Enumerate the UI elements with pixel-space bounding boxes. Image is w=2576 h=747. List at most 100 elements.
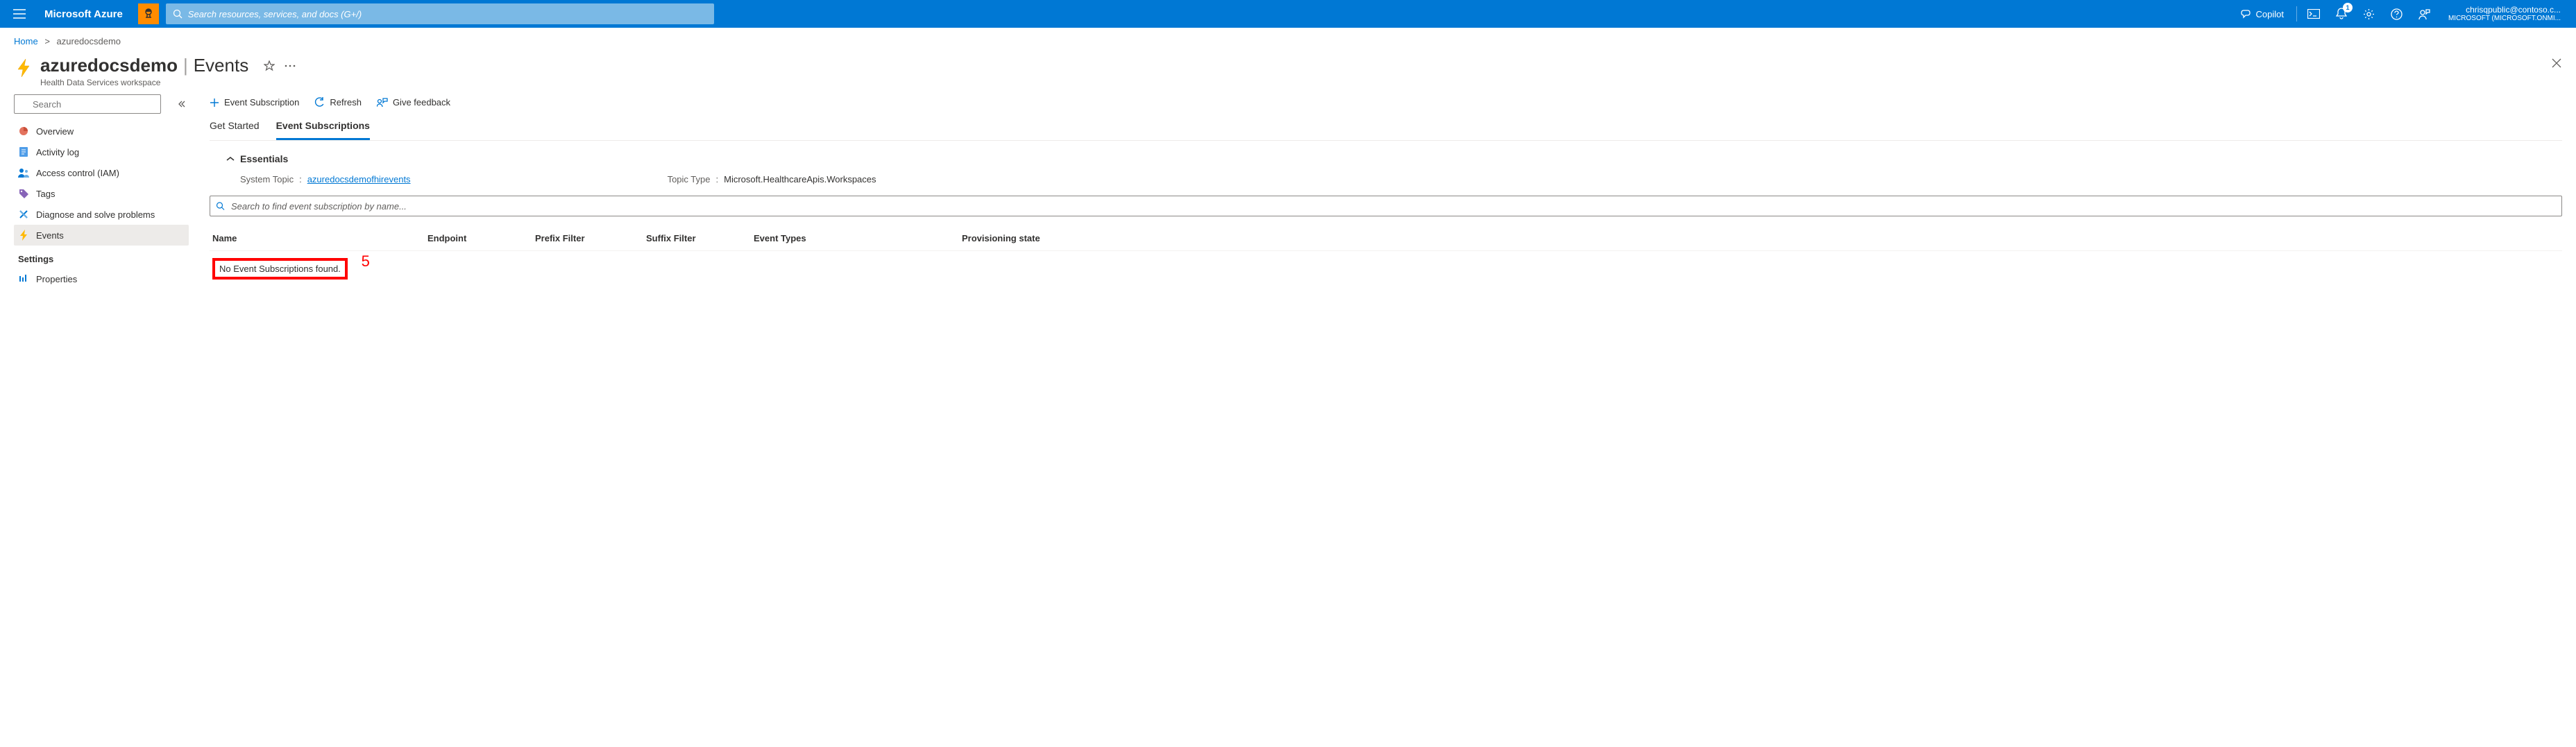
tab-event-subscriptions[interactable]: Event Subscriptions <box>276 116 370 140</box>
sidebar-item-label: Access control (IAM) <box>36 168 119 178</box>
content: Event Subscription Refresh Give feedback… <box>189 94 2562 289</box>
essentials-toggle[interactable]: Essentials <box>226 153 2562 164</box>
tool-label: Refresh <box>330 97 362 108</box>
sidebar-item-label: Events <box>36 230 64 241</box>
help-button[interactable] <box>2383 0 2411 28</box>
sidebar-item-access-control[interactable]: Access control (IAM) <box>14 162 189 183</box>
topbar-right: Copilot 1 chrisqpublic@contoso.c... MICR… <box>2231 0 2571 28</box>
give-feedback-button[interactable]: Give feedback <box>377 97 450 108</box>
sidebar-item-label: Activity log <box>36 147 79 157</box>
topic-type-value: Microsoft.HealthcareApis.Workspaces <box>724 174 876 184</box>
col-prov[interactable]: Provisioning state <box>962 233 2559 243</box>
person-feedback-icon <box>2418 8 2430 20</box>
notifications-button[interactable]: 1 <box>2328 0 2355 28</box>
empty-message: No Event Subscriptions found. <box>212 258 348 280</box>
sidebar-item-tags[interactable]: Tags <box>14 183 189 204</box>
copilot-label: Copilot <box>2256 9 2284 19</box>
close-icon <box>2551 58 2562 69</box>
access-control-icon <box>18 167 29 178</box>
cloud-shell-icon <box>2307 9 2320 19</box>
diagnose-icon <box>18 209 29 220</box>
grid-header: Name Endpoint Prefix Filter Suffix Filte… <box>210 226 2562 251</box>
sidebar-item-overview[interactable]: Overview <box>14 121 189 141</box>
sidebar-item-label: Properties <box>36 274 77 284</box>
tabs: Get Started Event Subscriptions <box>210 116 2562 141</box>
sidebar-item-activity-log[interactable]: Activity log <box>14 141 189 162</box>
sidebar-search-input[interactable] <box>14 94 161 114</box>
filter-wrap <box>210 196 2562 216</box>
col-endpoint[interactable]: Endpoint <box>427 233 535 243</box>
preview-badge-icon[interactable] <box>138 3 159 24</box>
notification-badge: 1 <box>2343 3 2353 12</box>
sidebar-item-events[interactable]: Events <box>14 225 189 246</box>
refresh-button[interactable]: Refresh <box>314 97 362 108</box>
sidebar-item-properties[interactable]: Properties <box>14 268 189 289</box>
star-icon <box>264 60 275 71</box>
account-tenant: MICROSOFT (MICROSOFT.ONMI... <box>2448 15 2561 23</box>
essentials-label: Essentials <box>240 153 288 164</box>
sidebar-item-label: Diagnose and solve problems <box>36 209 155 220</box>
settings-button[interactable] <box>2355 0 2383 28</box>
favorite-button[interactable] <box>264 60 275 71</box>
subscription-filter-input[interactable] <box>210 196 2562 216</box>
breadcrumb: Home > azuredocsdemo <box>0 28 2576 52</box>
divider <box>2296 6 2297 22</box>
copilot-icon <box>2241 8 2252 19</box>
events-icon <box>18 230 29 241</box>
chevron-up-icon <box>226 156 235 162</box>
tool-label: Give feedback <box>393 97 450 108</box>
account-email: chrisqpublic@contoso.c... <box>2448 5 2561 15</box>
global-search-input[interactable] <box>166 3 714 24</box>
cloud-shell-button[interactable] <box>2300 0 2328 28</box>
page-title-section: Events <box>194 55 249 76</box>
empty-state: No Event Subscriptions found. 5 <box>210 251 350 286</box>
tab-get-started[interactable]: Get Started <box>210 116 260 140</box>
system-topic-link[interactable]: azuredocsdemofhirevents <box>307 174 411 184</box>
essentials-properties: System Topic : azuredocsdemofhirevents T… <box>240 174 2562 184</box>
collapse-sidebar-button[interactable] <box>175 97 189 111</box>
search-icon <box>173 9 183 19</box>
close-button[interactable] <box>2551 58 2562 69</box>
feedback-button[interactable] <box>2411 0 2439 28</box>
menu-icon[interactable] <box>6 0 33 28</box>
col-prefix[interactable]: Prefix Filter <box>535 233 646 243</box>
feedback-icon <box>377 98 388 108</box>
brand-label[interactable]: Microsoft Azure <box>33 8 134 20</box>
global-search-wrap <box>166 3 714 24</box>
top-bar: Microsoft Azure Copilot 1 <box>0 0 2576 28</box>
callout-number: 5 <box>362 252 370 271</box>
page-subtitle: Health Data Services workspace <box>40 78 296 87</box>
properties-icon <box>18 273 29 284</box>
search-icon <box>216 202 225 211</box>
page-title-resource: azuredocsdemo <box>40 55 178 76</box>
col-name[interactable]: Name <box>212 233 427 243</box>
activity-log-icon <box>18 146 29 157</box>
sidebar-section-settings: Settings <box>14 246 189 268</box>
sidebar: Overview Activity log Access control (IA… <box>14 94 189 289</box>
topic-type-label: Topic Type <box>668 174 711 184</box>
sidebar-item-diagnose[interactable]: Diagnose and solve problems <box>14 204 189 225</box>
breadcrumb-home[interactable]: Home <box>14 36 38 46</box>
chevron-double-left-icon <box>178 100 186 108</box>
copilot-button[interactable]: Copilot <box>2231 0 2294 28</box>
toolbar: Event Subscription Refresh Give feedback <box>210 94 2562 116</box>
overview-icon <box>18 126 29 137</box>
page-header: azuredocsdemo | Events Health Data Servi… <box>0 52 2576 94</box>
sidebar-item-label: Overview <box>36 126 74 137</box>
events-icon <box>14 58 35 78</box>
refresh-icon <box>314 97 325 108</box>
col-types[interactable]: Event Types <box>754 233 962 243</box>
help-icon <box>2391 8 2403 20</box>
system-topic-label: System Topic <box>240 174 294 184</box>
tags-icon <box>18 188 29 199</box>
account-menu[interactable]: chrisqpublic@contoso.c... MICROSOFT (MIC… <box>2439 5 2570 23</box>
sidebar-item-label: Tags <box>36 189 55 199</box>
col-suffix[interactable]: Suffix Filter <box>646 233 754 243</box>
main: Overview Activity log Access control (IA… <box>0 94 2576 289</box>
plus-icon <box>210 98 219 108</box>
add-event-subscription-button[interactable]: Event Subscription <box>210 97 299 108</box>
more-button[interactable] <box>285 65 296 67</box>
page-title-sep: | <box>183 55 188 76</box>
tool-label: Event Subscription <box>224 97 299 108</box>
breadcrumb-sep: > <box>44 36 50 46</box>
